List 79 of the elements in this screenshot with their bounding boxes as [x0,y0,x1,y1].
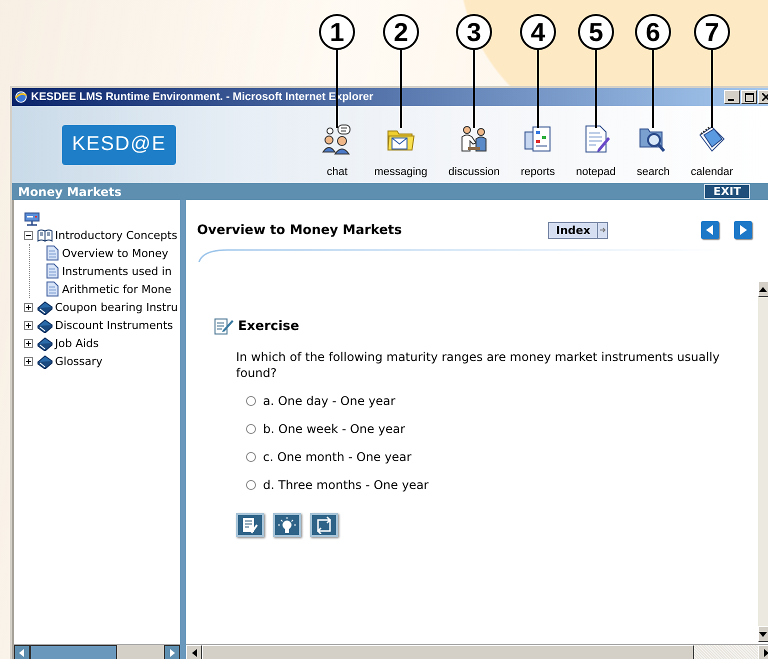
tree-item[interactable]: Discount Instruments [55,318,174,332]
browser-icon [14,90,28,104]
two-people-chat-icon [321,123,354,155]
toolbar-button[interactable]: reports [520,121,555,178]
left-arrow-icon [19,649,25,657]
option-label[interactable]: b. One week - One year [263,422,406,436]
toolbar-button[interactable]: messaging [374,121,428,178]
callout-marker: 4 [520,14,556,50]
toolbar-button[interactable]: notepad [576,121,616,178]
left-arrow-icon [192,649,196,657]
callout-marker: 2 [383,14,419,50]
expand-icon[interactable] [24,302,33,312]
book-icon [37,317,53,333]
retry-button[interactable] [310,513,338,537]
toolbar-button[interactable]: search [636,121,670,178]
page-icon [44,263,60,279]
document-check-icon [240,516,260,534]
option-label[interactable]: c. One month - One year [263,450,412,464]
callout-marker: 5 [578,14,614,50]
callout-marker: 1 [319,14,355,50]
open-book-icon [37,227,53,243]
radio-button[interactable] [246,424,256,434]
tree-item[interactable]: Introductory Concepts [55,228,178,242]
expand-icon[interactable] [24,320,33,330]
up-arrow-icon [759,286,767,292]
page-icon [44,245,60,261]
toolbar-button[interactable]: discussion [448,121,500,178]
option-label[interactable]: a. One day - One year [263,394,396,408]
edit-icon [214,317,234,335]
callout-marker: 7 [694,14,730,50]
index-button[interactable]: Index [548,222,598,238]
page-title: Overview to Money Markets [197,222,403,238]
section-title: Exercise [238,318,300,334]
next-button[interactable] [734,221,752,239]
page-icon [44,281,60,297]
horizontal-scrollbar[interactable] [14,644,180,659]
tree-item[interactable]: Job Aids [55,336,99,350]
question-text: In which of the following maturity ranges are money market instruments usually found? [236,349,721,381]
scroll-right-button[interactable] [164,645,180,659]
radio-button[interactable] [246,396,256,406]
refresh-icon [314,516,334,534]
right-arrow-icon [764,649,768,657]
maximize-icon [744,92,754,102]
course-title: Money Markets [18,184,122,198]
computer-icon [24,212,40,228]
scrollbar-thumb[interactable] [30,645,117,659]
tree-item[interactable]: Arithmetic for Mone [62,282,172,296]
expand-icon[interactable] [24,356,33,366]
scroll-left-button[interactable] [14,645,30,659]
left-arrow-icon [706,225,714,235]
horizontal-scrollbar[interactable] [186,644,768,659]
right-arrow-icon [739,225,747,235]
expand-icon[interactable] [24,338,33,348]
answer-button[interactable] [236,513,264,537]
collapse-icon[interactable] [24,230,33,240]
callout-marker: 6 [635,14,671,50]
book-icon [37,335,53,351]
minimize-button[interactable] [724,90,740,104]
exit-button[interactable]: EXIT [704,184,750,199]
tree-item[interactable]: Coupon bearing Instru [55,300,178,314]
book-icon [37,299,53,315]
book-icon [37,353,53,369]
toolbar-button[interactable]: chat [321,121,354,178]
radio-button[interactable] [246,452,256,462]
tree-item[interactable]: Glossary [55,354,103,368]
hint-button[interactable] [273,513,301,537]
callout-marker: 3 [456,14,492,50]
maximize-button[interactable] [741,90,757,104]
right-arrow-icon [169,649,175,657]
toolbar-button[interactable]: calendar [690,121,733,178]
tree-item[interactable]: Instruments used in [62,264,172,278]
option-label[interactable]: d. Three months - One year [263,478,429,492]
tree-item[interactable]: Overview to Money [62,246,168,260]
logo: KESD@E [62,124,176,164]
close-icon [762,93,768,101]
previous-button[interactable] [701,221,719,239]
lightbulb-icon [277,516,297,534]
down-arrow-icon [759,632,767,636]
radio-button[interactable] [246,480,256,490]
